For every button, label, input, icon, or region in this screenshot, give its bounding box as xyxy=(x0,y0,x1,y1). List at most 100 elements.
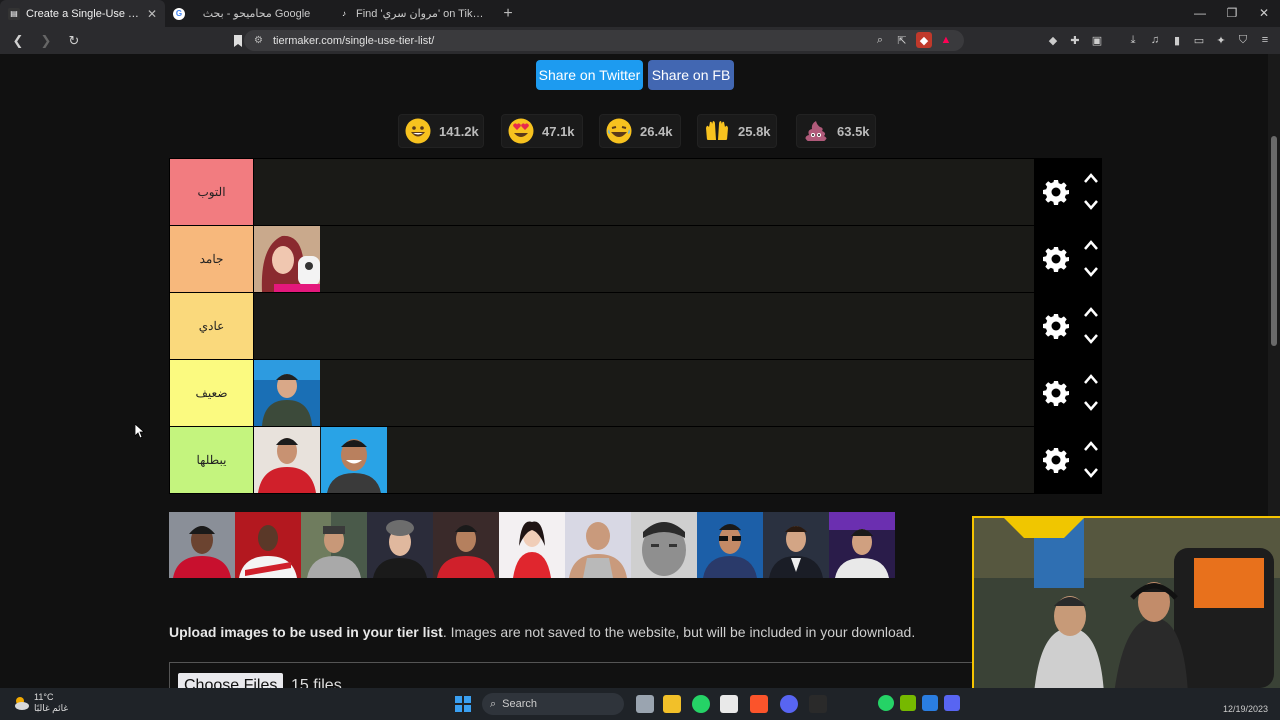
scrollbar-thumb[interactable] xyxy=(1271,136,1277,346)
tab-tiktok[interactable]: ♪ Find 'مروان سري' on TikTok | TikTok Se xyxy=(330,0,495,27)
taskbar-search[interactable]: ⌕ Search xyxy=(482,693,624,715)
nvidia-icon[interactable] xyxy=(900,695,916,711)
chevron-up-icon[interactable] xyxy=(1083,373,1099,385)
site-info-icon[interactable]: ⚙ xyxy=(254,35,263,46)
tray-app-icon[interactable] xyxy=(922,695,938,711)
sidebar-icon[interactable]: ▮ xyxy=(1168,30,1186,50)
zoom-icon[interactable]: ⌕ xyxy=(872,32,888,48)
footballer-zamalek-photo[interactable] xyxy=(235,512,301,578)
app-icon[interactable] xyxy=(720,695,738,713)
man-cap-photo[interactable] xyxy=(301,512,367,578)
tier-label[interactable]: ضعيف xyxy=(170,360,253,426)
vpn-icon[interactable]: ⛉ xyxy=(1234,30,1252,50)
tier-label[interactable]: التوب xyxy=(170,159,253,225)
man-red-shirt-photo[interactable] xyxy=(254,427,320,493)
tiermaker-favicon-icon: ▤ xyxy=(8,7,20,20)
reaction-poo[interactable]: 63.5k xyxy=(796,114,876,148)
gear-icon[interactable] xyxy=(1043,447,1069,473)
brave-rewards-icon[interactable]: ▲ xyxy=(938,32,954,48)
restore-icon[interactable]: ❐ xyxy=(1216,0,1248,27)
gear-icon[interactable] xyxy=(1043,246,1069,272)
share-facebook-button[interactable]: Share on FB xyxy=(648,60,734,90)
man-suit-photo[interactable] xyxy=(763,512,829,578)
new-tab-button[interactable]: + xyxy=(495,5,521,23)
chevron-up-icon[interactable] xyxy=(1083,306,1099,318)
gear-icon[interactable] xyxy=(1043,179,1069,205)
file-explorer-icon[interactable] xyxy=(663,695,681,713)
menu-icon[interactable]: ≡ xyxy=(1256,30,1274,50)
wallet-icon[interactable]: ▭ xyxy=(1190,30,1208,50)
tier-controls xyxy=(1035,226,1102,292)
reaction-grinning[interactable]: 141.2k xyxy=(398,114,484,148)
extension-icon[interactable]: ◆ xyxy=(1044,30,1062,50)
tier-items-dropzone[interactable] xyxy=(254,360,1034,426)
chevron-down-icon[interactable] xyxy=(1083,467,1099,479)
minimize-icon[interactable]: — xyxy=(1184,0,1216,27)
tab-bar: ▤ Create a Single-Use Tier List (Pri ✕ G… xyxy=(0,0,1280,27)
woman-in-hijab-photo[interactable] xyxy=(254,226,320,292)
tier-label[interactable]: عادي xyxy=(170,293,253,359)
music-icon[interactable]: ♫ xyxy=(1146,30,1164,50)
footballer-ahly-photo[interactable] xyxy=(433,512,499,578)
tier-items-dropzone[interactable] xyxy=(254,159,1034,225)
tier-items-dropzone[interactable] xyxy=(254,226,1034,292)
close-window-icon[interactable]: ✕ xyxy=(1248,0,1280,27)
chevron-down-icon[interactable] xyxy=(1083,333,1099,345)
tab-title: Create a Single-Use Tier List (Pri xyxy=(26,7,141,20)
tab-google[interactable]: G محاميحو - بحث Google xyxy=(165,0,330,27)
unranked-items-pool[interactable] xyxy=(169,512,902,578)
man-sunglasses-photo[interactable] xyxy=(697,512,763,578)
app-icon[interactable] xyxy=(809,695,827,713)
close-tab-icon[interactable]: ✕ xyxy=(147,7,157,21)
chevron-up-icon[interactable] xyxy=(1083,440,1099,452)
screenshot-icon[interactable]: ▣ xyxy=(1088,30,1106,50)
chevron-up-icon[interactable] xyxy=(1083,172,1099,184)
file-count: 15 files xyxy=(291,677,342,688)
gamer-purple-photo[interactable] xyxy=(829,512,895,578)
laughing-tears-face-icon xyxy=(606,118,632,144)
man-close-up-photo[interactable] xyxy=(631,512,697,578)
footballer-liverpool-photo[interactable] xyxy=(169,512,235,578)
bald-man-tanktop-photo[interactable] xyxy=(565,512,631,578)
reload-icon[interactable]: ↻ xyxy=(64,31,84,51)
man-green-shirt-photo[interactable] xyxy=(254,360,320,426)
download-icon[interactable]: ⤓ xyxy=(1124,30,1142,50)
weather-widget[interactable]: 11°C غائم غالبًا xyxy=(12,692,68,714)
man-grey-curly-hair-photo[interactable] xyxy=(367,512,433,578)
reaction-laughing[interactable]: 26.4k xyxy=(599,114,681,148)
chevron-down-icon[interactable] xyxy=(1083,266,1099,278)
back-icon[interactable]: ❮ xyxy=(8,31,28,51)
tier-list: التوب جامد عادي ضعيف يبطلها xyxy=(169,158,1102,494)
whatsapp-tray-icon[interactable] xyxy=(878,695,894,711)
share-twitter-button[interactable]: Share on Twitter xyxy=(536,60,643,90)
task-view-icon[interactable] xyxy=(636,695,654,713)
address-bar[interactable]: ⚙ tiermaker.com/single-use-tier-list/ ⌕ … xyxy=(244,30,964,51)
windows-start-icon[interactable] xyxy=(455,696,471,712)
choose-files-button[interactable]: Choose Files xyxy=(178,673,284,688)
tier-label[interactable]: يبطلها xyxy=(170,427,253,493)
whatsapp-icon[interactable] xyxy=(692,695,710,713)
brave-shields-icon[interactable]: ◆ xyxy=(916,32,932,48)
smiling-man-blue-photo[interactable] xyxy=(321,427,387,493)
tier-items-dropzone[interactable] xyxy=(254,293,1034,359)
chevron-down-icon[interactable] xyxy=(1083,400,1099,412)
discord-tray-icon[interactable] xyxy=(944,695,960,711)
chevron-down-icon[interactable] xyxy=(1083,199,1099,211)
forward-icon[interactable]: ❯ xyxy=(36,31,56,51)
gear-icon[interactable] xyxy=(1043,313,1069,339)
reaction-heart-eyes[interactable]: 47.1k xyxy=(501,114,583,148)
leo-ai-icon[interactable]: ✦ xyxy=(1212,30,1230,50)
tier-items-dropzone[interactable] xyxy=(254,427,1034,493)
gear-icon[interactable] xyxy=(1043,380,1069,406)
puzzle-icon[interactable]: ✚ xyxy=(1066,30,1084,50)
taskbar-date[interactable]: 12/19/2023 xyxy=(1223,704,1268,714)
tab-tiermaker[interactable]: ▤ Create a Single-Use Tier List (Pri ✕ xyxy=(0,0,165,27)
chevron-up-icon[interactable] xyxy=(1083,239,1099,251)
share-icon[interactable]: ⇱ xyxy=(894,32,910,48)
reaction-raised-hands[interactable]: 25.8k xyxy=(697,114,777,148)
woman-red-dress-photo[interactable] xyxy=(499,512,565,578)
brave-browser-icon[interactable] xyxy=(750,695,768,713)
discord-icon[interactable] xyxy=(780,695,798,713)
raised-hands-icon xyxy=(706,121,728,140)
tier-label[interactable]: جامد xyxy=(170,226,253,292)
